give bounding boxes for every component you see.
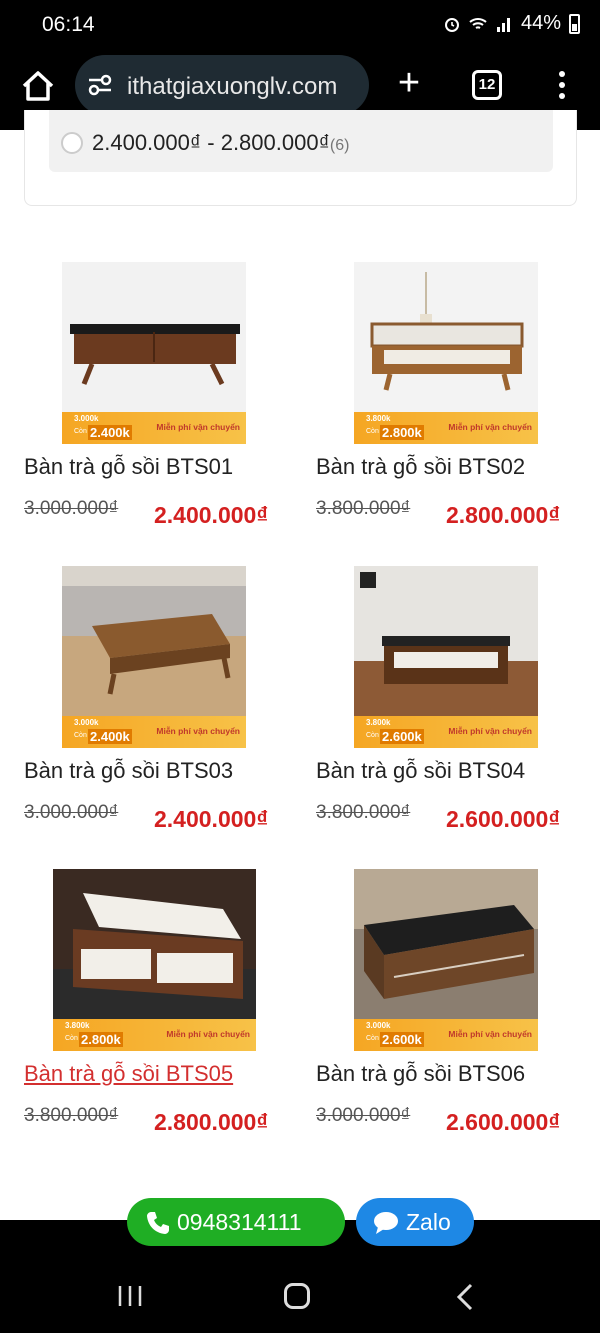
tab-switcher-button[interactable]: 12 — [472, 70, 502, 100]
sale-price: 2.600.000₫ — [446, 1109, 561, 1135]
coffee-table-image — [53, 869, 256, 1019]
price-banner: 3.800k Còn 2.600k Miễn phí vận chuyển — [354, 716, 538, 748]
phone-number: 0948314111 — [177, 1209, 302, 1235]
product-image[interactable]: 3.000k Còn 2.600k Miễn phí vận chuyển — [354, 869, 538, 1051]
product-image[interactable]: 3.000k Còn 2.400k Miễn phí vận chuyển — [62, 262, 246, 444]
address-bar[interactable]: ithatgiaxuonglv.com — [75, 55, 369, 115]
home-icon[interactable] — [18, 66, 58, 106]
new-tab-button[interactable]: + — [392, 64, 426, 102]
original-price: 3.000.000₫ — [24, 498, 119, 519]
product-name[interactable]: Bàn trà gỗ sồi BTS03 — [24, 758, 233, 784]
product-name[interactable]: Bàn trà gỗ sồi BTS04 — [316, 758, 525, 784]
floating-contact-bar: 0948314111 Zalo — [0, 1198, 600, 1250]
original-price: 3.000.000₫ — [316, 1105, 411, 1126]
price-filter-count: (6) — [329, 137, 350, 154]
product-card[interactable]: 3.800k Còn 2.600k Miễn phí vận chuyển Bà… — [316, 566, 586, 866]
zalo-label: Zalo — [406, 1209, 451, 1235]
coffee-table-image — [354, 869, 538, 1019]
coffee-table-image — [354, 262, 538, 412]
url-text[interactable]: ithatgiaxuonglv.com — [127, 73, 362, 101]
signal-icon — [496, 17, 510, 32]
coffee-table-image — [354, 566, 538, 716]
battery-percent: 44% — [520, 12, 561, 34]
status-bar: 06:14 44% — [0, 0, 600, 50]
product-image[interactable]: 3.800k Còn 2.800k Miễn phí vận chuyển — [354, 262, 538, 444]
status-time: 06:14 — [42, 13, 95, 36]
product-name[interactable]: Bàn trà gỗ sồi BTS05 — [24, 1061, 233, 1087]
product-card[interactable]: 3.000k Còn 2.600k Miễn phí vận chuyển Bà… — [316, 869, 586, 1169]
price-filter-option[interactable]: 2.400.000₫ - 2.800.000₫(6) — [49, 110, 553, 172]
zalo-button[interactable]: Zalo — [356, 1198, 474, 1246]
site-settings-icon[interactable] — [87, 73, 113, 97]
battery-icon — [569, 13, 580, 34]
product-image[interactable]: 3.000k Còn 2.400k Miễn phí vận chuyển — [62, 566, 246, 748]
product-card[interactable]: 3.800k Còn 2.800k Miễn phí vận chuyển Bà… — [316, 262, 586, 562]
sale-price: 2.600.000₫ — [446, 806, 561, 832]
back-icon[interactable] — [455, 1283, 475, 1311]
recents-icon[interactable] — [115, 1285, 145, 1307]
product-image[interactable]: 3.800k Còn 2.600k Miễn phí vận chuyển — [354, 566, 538, 748]
call-button[interactable]: 0948314111 — [127, 1198, 345, 1246]
product-name[interactable]: Bàn trà gỗ sồi BTS01 — [24, 454, 233, 480]
original-price: 3.800.000₫ — [316, 802, 411, 823]
chat-icon — [374, 1212, 398, 1234]
coffee-table-image — [62, 566, 246, 716]
sale-price: 2.800.000₫ — [154, 1109, 269, 1135]
price-filter-label: 2.400.000₫ - 2.800.000₫(6) — [92, 130, 350, 155]
price-banner: 3.800k Còn 2.800k Miễn phí vận chuyển — [53, 1019, 256, 1051]
product-image[interactable]: 3.800k Còn 2.800k Miễn phí vận chuyển — [53, 869, 256, 1051]
product-name[interactable]: Bàn trà gỗ sồi BTS06 — [316, 1061, 525, 1087]
coffee-table-image — [62, 262, 246, 412]
more-menu-icon[interactable] — [552, 68, 572, 104]
original-price: 3.000.000₫ — [24, 802, 119, 823]
product-card[interactable]: 3.000k Còn 2.400k Miễn phí vận chuyển Bà… — [24, 566, 294, 866]
sale-price: 2.400.000₫ — [154, 806, 269, 832]
original-price: 3.800.000₫ — [316, 498, 411, 519]
price-banner: 3.000k Còn 2.600k Miễn phí vận chuyển — [354, 1019, 538, 1051]
price-banner: 3.000k Còn 2.400k Miễn phí vận chuyển — [62, 412, 246, 444]
sale-price: 2.400.000₫ — [154, 502, 269, 528]
wifi-icon — [469, 17, 487, 29]
status-icons: 44% — [443, 12, 580, 35]
original-price: 3.800.000₫ — [24, 1105, 119, 1126]
product-card[interactable]: 3.000k Còn 2.400k Miễn phí vận chuyển Bà… — [24, 262, 294, 562]
price-filter-card: 2.400.000₫ - 2.800.000₫(6) — [24, 110, 577, 206]
radio-button[interactable] — [61, 132, 83, 154]
product-card[interactable]: 3.800k Còn 2.800k Miễn phí vận chuyển Bà… — [24, 869, 294, 1169]
alarm-icon — [444, 17, 459, 32]
phone-icon — [147, 1212, 169, 1234]
sale-price: 2.800.000₫ — [446, 502, 561, 528]
price-banner: 3.000k Còn 2.400k Miễn phí vận chuyển — [62, 716, 246, 748]
product-name[interactable]: Bàn trà gỗ sồi BTS02 — [316, 454, 525, 480]
price-banner: 3.800k Còn 2.800k Miễn phí vận chuyển — [354, 412, 538, 444]
nav-home-icon[interactable] — [284, 1283, 310, 1309]
